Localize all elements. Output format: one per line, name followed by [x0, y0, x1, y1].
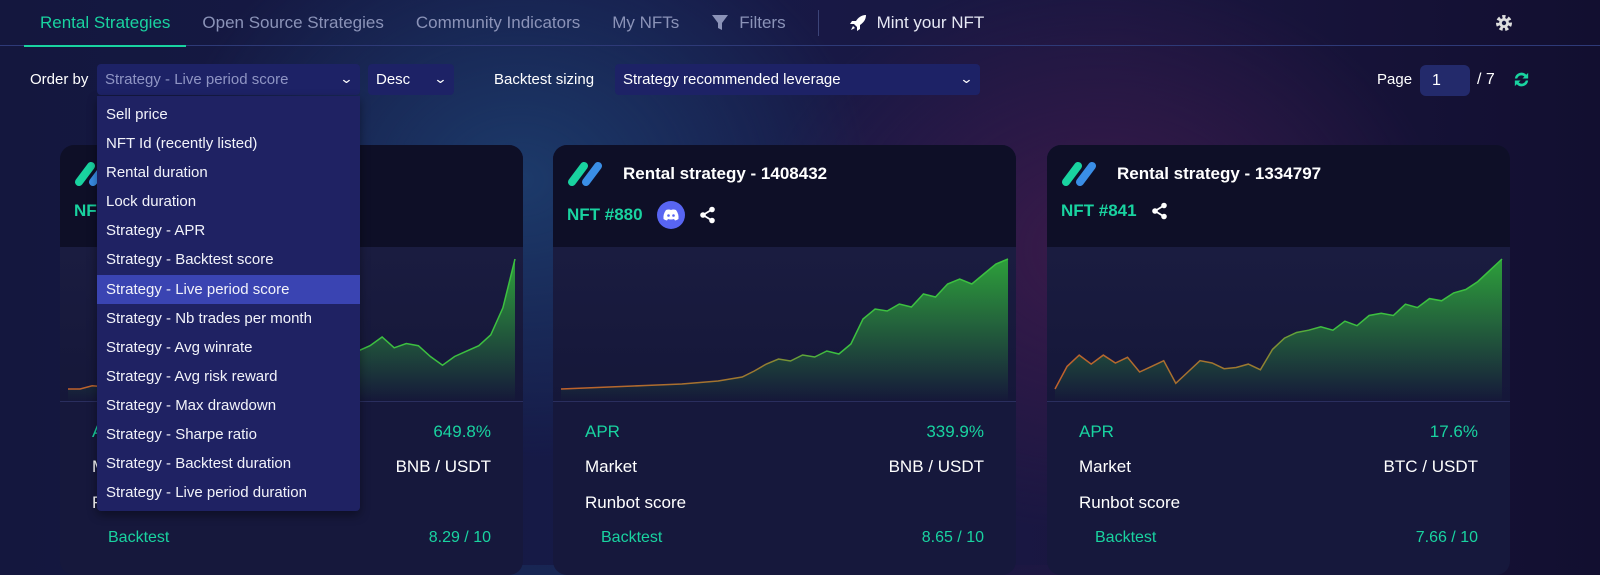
card-header: Rental strategy - 1334797 NFT #841	[1047, 145, 1510, 247]
dropdown-option[interactable]: Strategy - Sharpe ratio	[97, 420, 360, 449]
dropdown-option[interactable]: Strategy - Max drawdown	[97, 391, 360, 420]
tab-community-indicators[interactable]: Community Indicators	[400, 0, 596, 46]
direction-value: Desc	[376, 71, 411, 88]
dropdown-option[interactable]: Strategy - Avg winrate	[97, 333, 360, 362]
runbot-logo-icon	[1062, 162, 1096, 186]
chevron-down-icon: ⌄	[339, 71, 354, 86]
backtest-sizing-select[interactable]: Strategy recommended leverage ⌄	[615, 64, 980, 95]
discord-icon[interactable]	[656, 201, 685, 229]
page-label: Page	[1377, 71, 1413, 88]
apr-value: 17.6%	[1429, 421, 1478, 441]
mint-label: Mint your NFT	[876, 12, 985, 32]
refresh-icon[interactable]	[1512, 70, 1531, 89]
direction-select[interactable]: Desc ⌄	[368, 64, 454, 95]
dropdown-option[interactable]: Strategy - Backtest duration	[97, 449, 360, 478]
gear-icon[interactable]	[1494, 13, 1514, 33]
equity-chart	[553, 247, 1016, 402]
backtest-score: 8.65 / 10	[921, 529, 984, 547]
dropdown-option[interactable]: Lock duration	[97, 187, 360, 216]
page-input[interactable]	[1420, 65, 1470, 96]
filters-label: Filters	[739, 12, 786, 32]
card-stats: APR 17.6% Market BTC / USDT Runbot score B…	[1047, 402, 1510, 556]
backtest-score: 8.29 / 10	[428, 529, 491, 547]
top-nav: Rental Strategies Open Source Strategies…	[0, 0, 1600, 47]
apr-value: 339.9%	[926, 421, 984, 441]
dropdown-option[interactable]: NFT Id (recently listed)	[97, 129, 360, 158]
chevron-down-icon: ⌄	[959, 71, 974, 86]
order-by-select[interactable]: Strategy - Live period score ⌄	[97, 64, 360, 95]
backtest-sizing-label: Backtest sizing	[494, 71, 595, 88]
tab-open-source-strategies[interactable]: Open Source Strategies	[186, 0, 399, 46]
dropdown-option[interactable]: Strategy - Live period duration	[97, 478, 360, 507]
filter-icon	[712, 14, 729, 30]
order-by-label: Order by	[30, 71, 89, 88]
order-by-dropdown: Sell price NFT Id (recently listed) Rental…	[97, 96, 360, 512]
dropdown-option[interactable]: Strategy - Nb trades per month	[97, 304, 360, 333]
nft-id-link[interactable]: NFT #841	[1061, 201, 1137, 221]
equity-area	[1055, 259, 1502, 402]
runbot-score-label: Runbot score	[585, 492, 687, 512]
runbot-score-label: Runbot score	[1079, 492, 1181, 512]
toolbar: Order by Strategy - Live period score ⌄ D…	[0, 64, 1600, 96]
apr-label: APR	[1079, 421, 1114, 441]
market-value: BTC / USDT	[1383, 457, 1478, 477]
card-stats: APR 339.9% Market BNB / USDT Runbot score …	[553, 402, 1016, 556]
rocket-icon	[849, 14, 866, 31]
mint-nft-button[interactable]: Mint your NFT	[835, 13, 999, 33]
backtest-sizing-value: Strategy recommended leverage	[623, 71, 841, 88]
share-icon[interactable]	[699, 206, 717, 224]
dropdown-option[interactable]: Sell price	[97, 100, 360, 129]
strategy-card[interactable]: Rental strategy - 1334797 NFT #841 APR 17…	[1047, 145, 1510, 575]
market-value: BNB / USDT	[395, 457, 491, 477]
nft-id-link[interactable]: NFT #880	[567, 205, 643, 225]
tab-filters[interactable]: Filters	[695, 0, 801, 46]
runbot-logo-icon	[568, 162, 602, 186]
tab-my-nfts[interactable]: My NFTs	[596, 0, 695, 46]
market-label: Market	[585, 457, 637, 477]
backtest-label: Backtest	[108, 529, 170, 547]
dropdown-option[interactable]: Strategy - Backtest score	[97, 245, 360, 274]
card-title: Rental strategy - 1334797	[1117, 164, 1322, 183]
backtest-label: Backtest	[1095, 529, 1157, 547]
backtest-score: 7.66 / 10	[1415, 529, 1478, 547]
dropdown-option[interactable]: Strategy - APR	[97, 216, 360, 245]
apr-value: 649.8%	[433, 421, 491, 441]
page-total: / 7	[1477, 71, 1495, 88]
dropdown-option[interactable]: Rental duration	[97, 158, 360, 187]
market-value: BNB / USDT	[888, 457, 984, 477]
backtest-label: Backtest	[601, 529, 663, 547]
nav-divider	[817, 9, 819, 36]
order-by-value: Strategy - Live period score	[105, 71, 289, 88]
strategy-card[interactable]: Rental strategy - 1408432 NFT #880 APR 33…	[553, 145, 1016, 575]
dropdown-option[interactable]: Strategy - Avg risk reward	[97, 362, 360, 391]
card-title: Rental strategy - 1408432	[623, 164, 828, 183]
chevron-down-icon: ⌄	[433, 71, 448, 86]
tab-rental-strategies[interactable]: Rental Strategies	[24, 0, 187, 47]
apr-label: APR	[585, 421, 620, 441]
equity-area	[561, 259, 1008, 402]
dropdown-option[interactable]: Strategy - Live period score	[97, 274, 360, 304]
market-label: Market	[1079, 457, 1131, 477]
card-header: Rental strategy - 1408432 NFT #880	[553, 145, 1016, 247]
equity-chart	[1047, 247, 1510, 402]
share-icon[interactable]	[1151, 202, 1169, 220]
